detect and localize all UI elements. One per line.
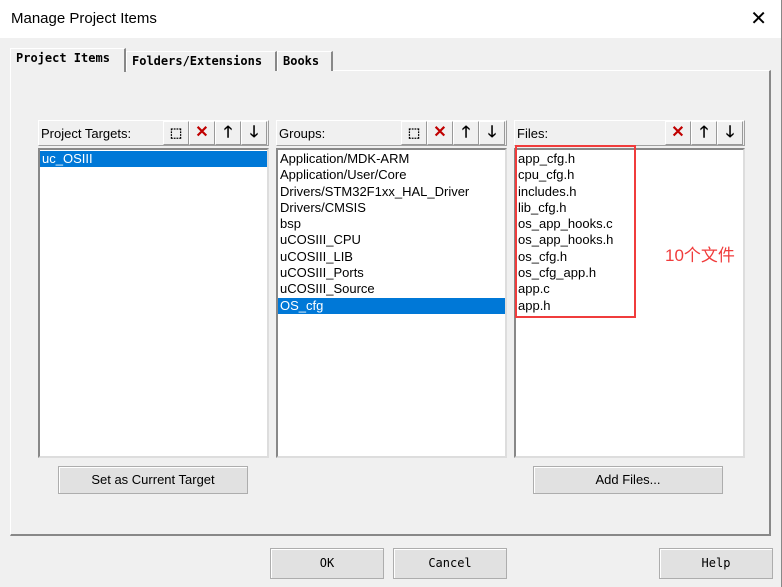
help-button[interactable]: Help (659, 548, 773, 579)
list-item[interactable]: Application/User/Core (278, 167, 505, 183)
tab-folders-extensions[interactable]: Folders/Extensions (126, 51, 277, 71)
delete-icon: ✕ (195, 124, 209, 141)
move-down-target-button[interactable]: 🡓 (241, 121, 267, 145)
close-icon[interactable]: ✕ (750, 6, 767, 31)
files-label: Files: (517, 126, 549, 141)
arrow-down-icon: 🡓 (249, 124, 259, 141)
new-icon: ⬚ (407, 125, 421, 140)
title-bar: Manage Project Items ✕ (0, 0, 781, 38)
list-item[interactable]: Drivers/STM32F1xx_HAL_Driver (278, 184, 505, 200)
targets-list[interactable]: uc_OSIII (38, 148, 269, 458)
set-current-target-button[interactable]: Set as Current Target (58, 466, 248, 494)
list-item[interactable]: bsp (278, 216, 505, 232)
annotation-box (515, 145, 636, 318)
move-up-file-button[interactable]: 🡑 (691, 121, 717, 145)
list-item[interactable]: uc_OSIII (40, 151, 267, 168)
arrow-up-icon: 🡑 (699, 124, 709, 141)
list-item[interactable]: uCOSIII_CPU (278, 232, 505, 248)
new-target-button[interactable]: ⬚ (163, 121, 189, 145)
new-icon: ⬚ (169, 125, 183, 140)
groups-list[interactable]: Application/MDK-ARM Application/User/Core… (276, 148, 507, 458)
cancel-button[interactable]: Cancel (393, 548, 507, 579)
move-down-group-button[interactable]: 🡓 (479, 121, 505, 145)
list-item[interactable]: uCOSIII_Ports (278, 265, 505, 281)
delete-target-button[interactable]: ✕ (189, 121, 215, 145)
groups-box: Groups: ⬚ ✕ 🡑 🡓 Application/MDK-ARM Appli… (276, 120, 507, 458)
ok-button[interactable]: OK (270, 548, 384, 579)
delete-icon: ✕ (433, 124, 447, 141)
arrow-down-icon: 🡓 (725, 124, 735, 141)
move-up-target-button[interactable]: 🡑 (215, 121, 241, 145)
list-item[interactable]: OS_cfg (278, 297, 505, 314)
groups-label: Groups: (279, 126, 326, 141)
tab-books[interactable]: Books (277, 51, 333, 71)
list-item[interactable]: uCOSIII_Source (278, 281, 505, 297)
list-item[interactable]: Application/MDK-ARM (278, 151, 505, 167)
window-title: Manage Project Items (11, 10, 157, 27)
add-files-button[interactable]: Add Files... (533, 466, 723, 494)
delete-icon: ✕ (671, 124, 685, 141)
arrow-up-icon: 🡑 (223, 124, 233, 141)
move-down-file-button[interactable]: 🡓 (717, 121, 743, 145)
tab-label: Folders/Extensions (132, 54, 263, 68)
tab-project-items[interactable]: Project Items (10, 48, 126, 72)
list-item[interactable]: Drivers/CMSIS (278, 200, 505, 216)
arrow-down-icon: 🡓 (487, 124, 497, 141)
delete-group-button[interactable]: ✕ (427, 121, 453, 145)
tab-label: Project Items (16, 51, 110, 65)
new-group-button[interactable]: ⬚ (401, 121, 427, 145)
move-up-group-button[interactable]: 🡑 (453, 121, 479, 145)
arrow-up-icon: 🡑 (461, 124, 471, 141)
annotation-text: 10个文件 (665, 246, 735, 265)
list-item[interactable]: uCOSIII_LIB (278, 249, 505, 265)
delete-file-button[interactable]: ✕ (665, 121, 691, 145)
targets-label: Project Targets: (41, 126, 132, 141)
project-targets-box: Project Targets: ⬚ ✕ 🡑 🡓 uc_OSIII (38, 120, 269, 458)
tab-label: Books (283, 54, 320, 68)
